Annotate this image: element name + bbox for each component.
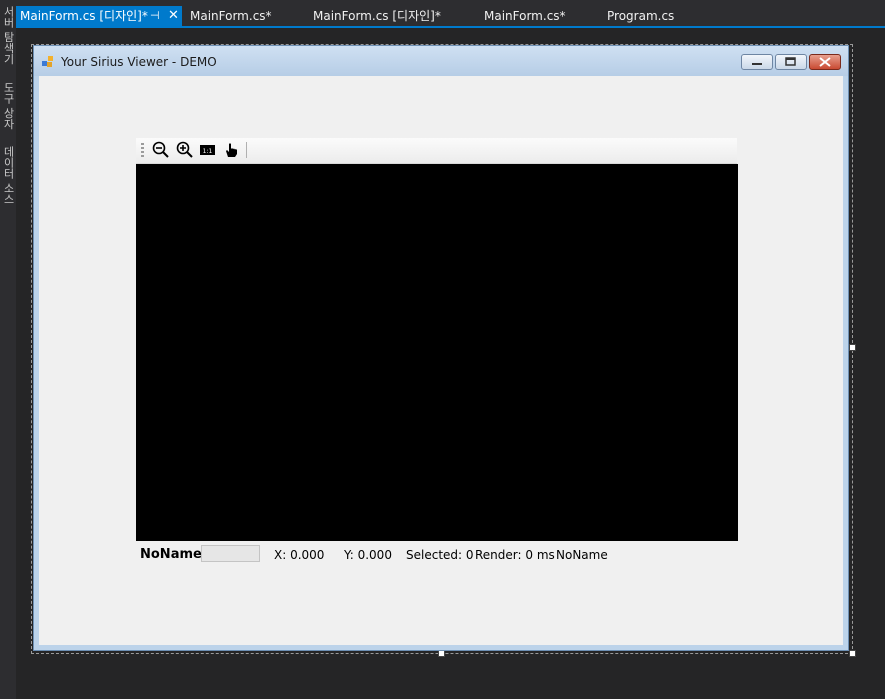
actual-size-icon[interactable]: 1:1 [199, 141, 217, 159]
toolbox-tab[interactable]: 도구 상자 [0, 82, 16, 130]
maximize-button[interactable] [775, 54, 807, 70]
data-sources-tab[interactable]: 데이터 소스 [0, 146, 16, 205]
toolbar-separator [246, 142, 247, 158]
close-icon[interactable]: ✕ [168, 6, 179, 26]
svg-text:1:1: 1:1 [203, 148, 213, 155]
status-name-label: NoName [140, 547, 202, 562]
minimize-icon [752, 63, 762, 65]
form-client-area: 1:1 NoName X: 0.000 Y: 0.000 Selected: 0… [39, 76, 843, 645]
resize-handle-corner[interactable] [849, 650, 856, 657]
close-button[interactable] [809, 54, 841, 70]
tab-label: MainForm.cs [디자인]* [20, 9, 148, 23]
editor-tab-bar: MainForm.cs [디자인]* ⊣ ✕ MainForm.cs* Main… [16, 0, 885, 28]
status-x-coordinate: X: 0.000 [274, 548, 325, 562]
tab-program[interactable]: Program.cs [607, 6, 674, 26]
form-titlebar: Your Sirius Viewer - DEMO [34, 46, 848, 76]
tab-mainform-design[interactable]: MainForm.cs [디자인]* [313, 6, 441, 26]
tab-mainform-design-active[interactable]: MainForm.cs [디자인]* ⊣ ✕ [16, 6, 182, 26]
toolbar-grip[interactable] [141, 143, 144, 157]
form-window[interactable]: Your Sirius Viewer - DEMO 1:1 NoName X: … [33, 45, 849, 651]
app-icon [42, 56, 54, 68]
form-title: Your Sirius Viewer - DEMO [61, 55, 217, 69]
zoom-in-icon[interactable] [176, 141, 194, 159]
zoom-out-icon[interactable] [152, 141, 170, 159]
tab-mainform-code[interactable]: MainForm.cs* [190, 6, 272, 26]
viewer-toolbar: 1:1 [136, 138, 737, 164]
viewer-canvas[interactable] [136, 164, 738, 541]
close-x-icon [819, 57, 831, 67]
server-explorer-tab[interactable]: 서버 탐색기 [0, 6, 16, 65]
minimize-button[interactable] [741, 54, 773, 70]
pin-icon[interactable]: ⊣ [150, 6, 160, 26]
resize-handle-right[interactable] [849, 344, 856, 351]
status-document-name: NoName [556, 548, 608, 562]
status-render-time: Render: 0 ms [475, 548, 555, 562]
status-y-coordinate: Y: 0.000 [344, 548, 392, 562]
resize-handle-bottom[interactable] [438, 650, 445, 657]
restore-icon [785, 57, 796, 66]
status-selected-count: Selected: 0 [406, 548, 474, 562]
side-panel-strip: 서버 탐색기 도구 상자 데이터 소스 [0, 0, 16, 699]
status-name-box [201, 545, 260, 562]
pan-hand-icon[interactable] [222, 141, 240, 159]
tab-mainform-code-2[interactable]: MainForm.cs* [484, 6, 566, 26]
